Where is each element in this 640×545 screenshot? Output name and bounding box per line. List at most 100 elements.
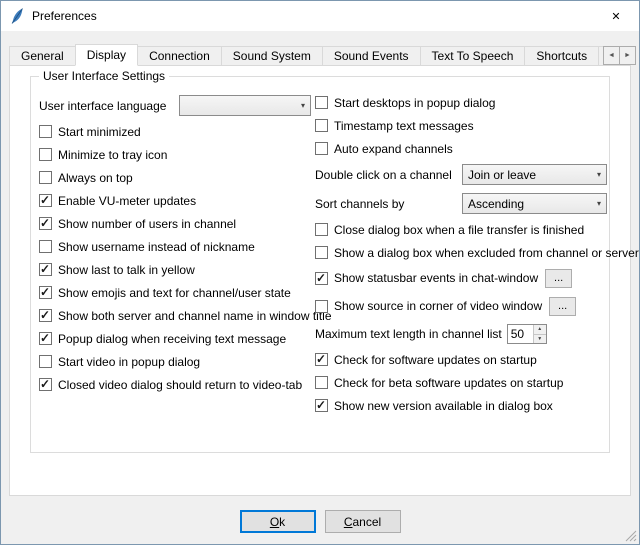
tab-connection[interactable]: Connection bbox=[137, 46, 222, 66]
checkbox-software-updates[interactable]: Check for software updates on startup bbox=[315, 352, 607, 367]
tab-page-display: User Interface Settings User interface l… bbox=[9, 65, 631, 496]
tab-display[interactable]: Display bbox=[75, 44, 138, 66]
checkbox-auto-expand-channels[interactable]: Auto expand channels bbox=[315, 141, 607, 156]
checkbox-icon bbox=[39, 171, 52, 184]
user-interface-settings-group: User Interface Settings User interface l… bbox=[30, 76, 610, 453]
arrow-right-icon: ► bbox=[624, 52, 631, 59]
language-row: User interface language ▾ bbox=[39, 95, 311, 116]
sort-channels-label: Sort channels by bbox=[315, 197, 404, 211]
checkbox-label: Auto expand channels bbox=[334, 142, 453, 156]
checkbox-minimize-to-tray[interactable]: Minimize to tray icon bbox=[39, 147, 311, 162]
checkbox-label: Start minimized bbox=[58, 125, 141, 139]
spinner-value: 50 bbox=[508, 325, 533, 343]
checkbox-icon bbox=[315, 142, 328, 155]
tab-scroll-control: ◄ ► bbox=[603, 46, 636, 65]
checkbox-label: Show emojis and text for channel/user st… bbox=[58, 286, 291, 300]
checkbox-show-user-count[interactable]: Show number of users in channel bbox=[39, 216, 311, 231]
statusbar-events-browse-button[interactable]: ... bbox=[545, 269, 572, 288]
combo-value: Ascending bbox=[468, 197, 524, 211]
close-icon: ✕ bbox=[611, 10, 620, 23]
max-text-length-row: Maximum text length in channel list 50 ▲… bbox=[315, 324, 607, 344]
checkbox-icon bbox=[39, 309, 52, 322]
spin-down-button[interactable]: ▼ bbox=[534, 335, 546, 344]
checkbox-label: Timestamp text messages bbox=[334, 119, 474, 133]
app-icon bbox=[9, 8, 25, 24]
chevron-down-icon: ▾ bbox=[301, 101, 305, 110]
checkbox-icon bbox=[315, 119, 328, 132]
video-source-browse-button[interactable]: ... bbox=[549, 297, 576, 316]
spin-up-button[interactable]: ▲ bbox=[534, 325, 546, 335]
left-column: User interface language ▾ Start minimize… bbox=[39, 95, 311, 392]
group-title: User Interface Settings bbox=[39, 69, 169, 83]
checkbox-icon bbox=[315, 96, 328, 109]
dialog-buttons: Ok Cancel bbox=[1, 510, 639, 533]
checkbox-icon[interactable] bbox=[315, 300, 328, 313]
tab-general[interactable]: General bbox=[9, 46, 76, 66]
checkbox-label: Start desktops in popup dialog bbox=[334, 96, 495, 110]
checkbox-excluded-dialog[interactable]: Show a dialog box when excluded from cha… bbox=[315, 245, 607, 260]
checkbox-label: Closed video dialog should return to vid… bbox=[58, 378, 302, 392]
checkbox-label: Always on top bbox=[58, 171, 133, 185]
tab-sound-system[interactable]: Sound System bbox=[221, 46, 323, 66]
max-text-length-spinner[interactable]: 50 ▲ ▼ bbox=[507, 324, 547, 344]
double-click-combobox[interactable]: Join or leave ▾ bbox=[462, 164, 607, 185]
checkbox-icon bbox=[39, 217, 52, 230]
double-click-row: Double click on a channel Join or leave … bbox=[315, 164, 607, 185]
checkbox-server-channel-in-title[interactable]: Show both server and channel name in win… bbox=[39, 308, 311, 323]
double-click-label: Double click on a channel bbox=[315, 168, 452, 182]
checkbox-video-return-tab[interactable]: Closed video dialog should return to vid… bbox=[39, 377, 311, 392]
close-button[interactable]: ✕ bbox=[593, 1, 639, 31]
tab-scroll-right-button[interactable]: ► bbox=[619, 46, 636, 65]
checkbox-icon bbox=[315, 399, 328, 412]
checkbox-new-version-dialog[interactable]: Show new version available in dialog box bbox=[315, 398, 607, 413]
checkbox-icon[interactable] bbox=[315, 272, 328, 285]
checkbox-icon bbox=[39, 378, 52, 391]
language-combobox[interactable]: ▾ bbox=[179, 95, 311, 116]
statusbar-events-row: Show statusbar events in chat-window ... bbox=[315, 268, 607, 288]
checkbox-icon bbox=[315, 246, 328, 259]
checkbox-label: Start video in popup dialog bbox=[58, 355, 200, 369]
cancel-button[interactable]: Cancel bbox=[325, 510, 401, 533]
checkbox-beta-updates[interactable]: Check for beta software updates on start… bbox=[315, 375, 607, 390]
checkbox-icon bbox=[39, 332, 52, 345]
checkbox-label: Show source in corner of video window bbox=[334, 299, 542, 313]
preferences-window: Preferences ✕ General Display Connection… bbox=[0, 0, 640, 545]
checkbox-label: Show last to talk in yellow bbox=[58, 263, 195, 277]
tab-scroll-left-button[interactable]: ◄ bbox=[603, 46, 620, 65]
checkbox-popup-text-message[interactable]: Popup dialog when receiving text message bbox=[39, 331, 311, 346]
right-column: Start desktops in popup dialog Timestamp… bbox=[315, 95, 607, 413]
checkbox-icon bbox=[39, 263, 52, 276]
checkbox-always-on-top[interactable]: Always on top bbox=[39, 170, 311, 185]
checkbox-label: Show both server and channel name in win… bbox=[58, 309, 332, 323]
tab-shortcuts[interactable]: Shortcuts bbox=[524, 46, 599, 66]
ok-button[interactable]: Ok bbox=[240, 510, 316, 533]
checkbox-label: Show statusbar events in chat-window bbox=[334, 271, 538, 285]
checkbox-show-emojis[interactable]: Show emojis and text for channel/user st… bbox=[39, 285, 311, 300]
chevron-down-icon: ▾ bbox=[597, 199, 601, 208]
resize-grip[interactable] bbox=[624, 529, 637, 542]
checkbox-label: Check for software updates on startup bbox=[334, 353, 537, 367]
checkbox-last-to-talk-yellow[interactable]: Show last to talk in yellow bbox=[39, 262, 311, 277]
sort-channels-combobox[interactable]: Ascending ▾ bbox=[462, 193, 607, 214]
spinner-buttons: ▲ ▼ bbox=[533, 325, 546, 343]
tab-sound-events[interactable]: Sound Events bbox=[322, 46, 421, 66]
checkbox-timestamp-messages[interactable]: Timestamp text messages bbox=[315, 118, 607, 133]
max-text-length-label: Maximum text length in channel list bbox=[315, 327, 502, 341]
tab-text-to-speech[interactable]: Text To Speech bbox=[420, 46, 526, 66]
checkbox-start-video-popup[interactable]: Start video in popup dialog bbox=[39, 354, 311, 369]
arrow-down-icon: ▼ bbox=[537, 336, 542, 342]
checkbox-icon bbox=[315, 376, 328, 389]
checkbox-icon bbox=[39, 286, 52, 299]
titlebar: Preferences ✕ bbox=[1, 1, 639, 31]
checkbox-icon bbox=[39, 240, 52, 253]
checkbox-close-filetransfer-dialog[interactable]: Close dialog box when a file transfer is… bbox=[315, 222, 607, 237]
checkbox-show-username[interactable]: Show username instead of nickname bbox=[39, 239, 311, 254]
checkbox-label: Show number of users in channel bbox=[58, 217, 236, 231]
checkbox-icon bbox=[39, 355, 52, 368]
checkbox-label: Enable VU-meter updates bbox=[58, 194, 196, 208]
checkbox-vu-meter-updates[interactable]: Enable VU-meter updates bbox=[39, 193, 311, 208]
checkbox-start-desktops-popup[interactable]: Start desktops in popup dialog bbox=[315, 95, 607, 110]
checkbox-icon bbox=[39, 125, 52, 138]
checkbox-start-minimized[interactable]: Start minimized bbox=[39, 124, 311, 139]
checkbox-label: Show new version available in dialog box bbox=[334, 399, 553, 413]
